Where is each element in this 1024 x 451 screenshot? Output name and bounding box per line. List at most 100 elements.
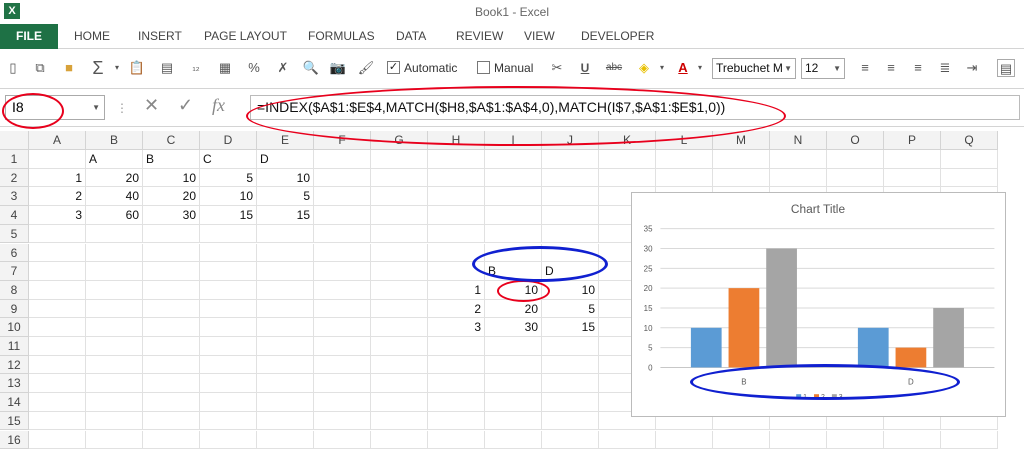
cell-a14[interactable] (29, 393, 86, 412)
cell-e7[interactable] (257, 262, 314, 281)
column-header-l[interactable]: L (656, 131, 713, 150)
tab-developer[interactable]: DEVELOPER (575, 24, 660, 49)
cell-c14[interactable] (143, 393, 200, 412)
cell-m16[interactable] (713, 430, 770, 450)
cell-e8[interactable] (257, 280, 314, 300)
cell-d6[interactable] (200, 243, 257, 263)
cell-e16[interactable] (257, 430, 314, 450)
cell-f5[interactable] (314, 224, 371, 244)
cell-h10[interactable]: 3 (428, 318, 485, 337)
fill-color-dropdown-icon[interactable]: ▾ (653, 59, 671, 77)
cell-g9[interactable] (371, 299, 428, 319)
cell-e10[interactable] (257, 318, 314, 337)
cell-o2[interactable] (827, 168, 884, 188)
cell-h11[interactable] (428, 337, 485, 356)
cell-a1[interactable] (29, 150, 86, 169)
cell-c15[interactable] (143, 411, 200, 431)
cell-g10[interactable] (371, 318, 428, 337)
cell-a3[interactable]: 2 (29, 187, 86, 207)
cell-f12[interactable] (314, 355, 371, 375)
cell-i15[interactable] (485, 411, 542, 431)
tab-data[interactable]: DATA (390, 24, 432, 49)
cell-h16[interactable] (428, 430, 485, 450)
cell-q16[interactable] (941, 430, 998, 450)
cell-i5[interactable] (485, 224, 542, 244)
tab-formulas[interactable]: FORMULAS (302, 24, 381, 49)
find-icon[interactable]: 🔍 (302, 59, 320, 77)
cell-b6[interactable] (86, 243, 143, 263)
cell-b14[interactable] (86, 393, 143, 412)
row-header-9[interactable]: 9 (0, 299, 29, 319)
cell-m2[interactable] (713, 168, 770, 188)
legend[interactable]: 1 2 3 (796, 394, 843, 401)
row-header-13[interactable]: 13 (0, 374, 29, 394)
paste-values-icon[interactable]: ▤ (158, 59, 176, 77)
cancel-icon[interactable]: ✕ (144, 95, 159, 116)
autosum-icon[interactable]: Σ (89, 59, 107, 77)
cell-j14[interactable] (542, 393, 599, 412)
cell-b1[interactable]: A (86, 150, 143, 169)
cell-f3[interactable] (314, 187, 371, 207)
cell-c12[interactable] (143, 355, 200, 375)
tab-file[interactable]: FILE (0, 24, 58, 49)
cell-j5[interactable] (542, 224, 599, 244)
cell-b8[interactable] (86, 280, 143, 300)
cell-g1[interactable] (371, 150, 428, 169)
cell-i6[interactable] (485, 243, 542, 263)
column-header-b[interactable]: B (86, 131, 143, 150)
column-header-q[interactable]: Q (941, 131, 998, 150)
cell-f13[interactable] (314, 374, 371, 394)
row-header-3[interactable]: 3 (0, 187, 29, 207)
cell-o16[interactable] (827, 430, 884, 450)
row-header-4[interactable]: 4 (0, 206, 29, 225)
cell-f11[interactable] (314, 337, 371, 356)
cell-a12[interactable] (29, 355, 86, 375)
cell-f7[interactable] (314, 262, 371, 281)
row-header-12[interactable]: 12 (0, 355, 29, 375)
justify-icon[interactable]: ≣ (936, 59, 954, 77)
font-color-dropdown-icon[interactable]: ▾ (691, 59, 709, 77)
row-header-8[interactable]: 8 (0, 280, 29, 300)
cell-i9[interactable]: 20 (485, 299, 542, 319)
cell-h9[interactable]: 2 (428, 299, 485, 319)
cut-icon[interactable]: ✂ (548, 59, 566, 77)
cell-i2[interactable] (485, 168, 542, 188)
cell-d3[interactable]: 10 (200, 187, 257, 207)
enter-icon[interactable]: ✓ (178, 95, 193, 116)
cell-h6[interactable] (428, 243, 485, 263)
cell-e11[interactable] (257, 337, 314, 356)
cell-p1[interactable] (884, 150, 941, 169)
font-color-icon[interactable]: A (674, 59, 692, 77)
cell-g16[interactable] (371, 430, 428, 450)
cell-i11[interactable] (485, 337, 542, 356)
cell-d11[interactable] (200, 337, 257, 356)
cell-g4[interactable] (371, 206, 428, 225)
cell-e14[interactable] (257, 393, 314, 412)
cell-d7[interactable] (200, 262, 257, 281)
cell-a8[interactable] (29, 280, 86, 300)
cell-c4[interactable]: 30 (143, 206, 200, 225)
cell-j13[interactable] (542, 374, 599, 394)
cell-i13[interactable] (485, 374, 542, 394)
cell-f4[interactable] (314, 206, 371, 225)
cell-j11[interactable] (542, 337, 599, 356)
cell-a11[interactable] (29, 337, 86, 356)
cell-f10[interactable] (314, 318, 371, 337)
new-icon[interactable]: ▯ (4, 59, 22, 77)
cell-a10[interactable] (29, 318, 86, 337)
cell-h5[interactable] (428, 224, 485, 244)
cell-b9[interactable] (86, 299, 143, 319)
cell-d4[interactable]: 15 (200, 206, 257, 225)
column-header-k[interactable]: K (599, 131, 656, 150)
cell-i1[interactable] (485, 150, 542, 169)
cell-c11[interactable] (143, 337, 200, 356)
cell-j3[interactable] (542, 187, 599, 207)
copy-icon[interactable]: ⧉ (31, 59, 49, 77)
column-header-e[interactable]: E (257, 131, 314, 150)
cell-e6[interactable] (257, 243, 314, 263)
cell-f9[interactable] (314, 299, 371, 319)
cell-j4[interactable] (542, 206, 599, 225)
cell-d14[interactable] (200, 393, 257, 412)
cell-g11[interactable] (371, 337, 428, 356)
row-header-2[interactable]: 2 (0, 168, 29, 188)
